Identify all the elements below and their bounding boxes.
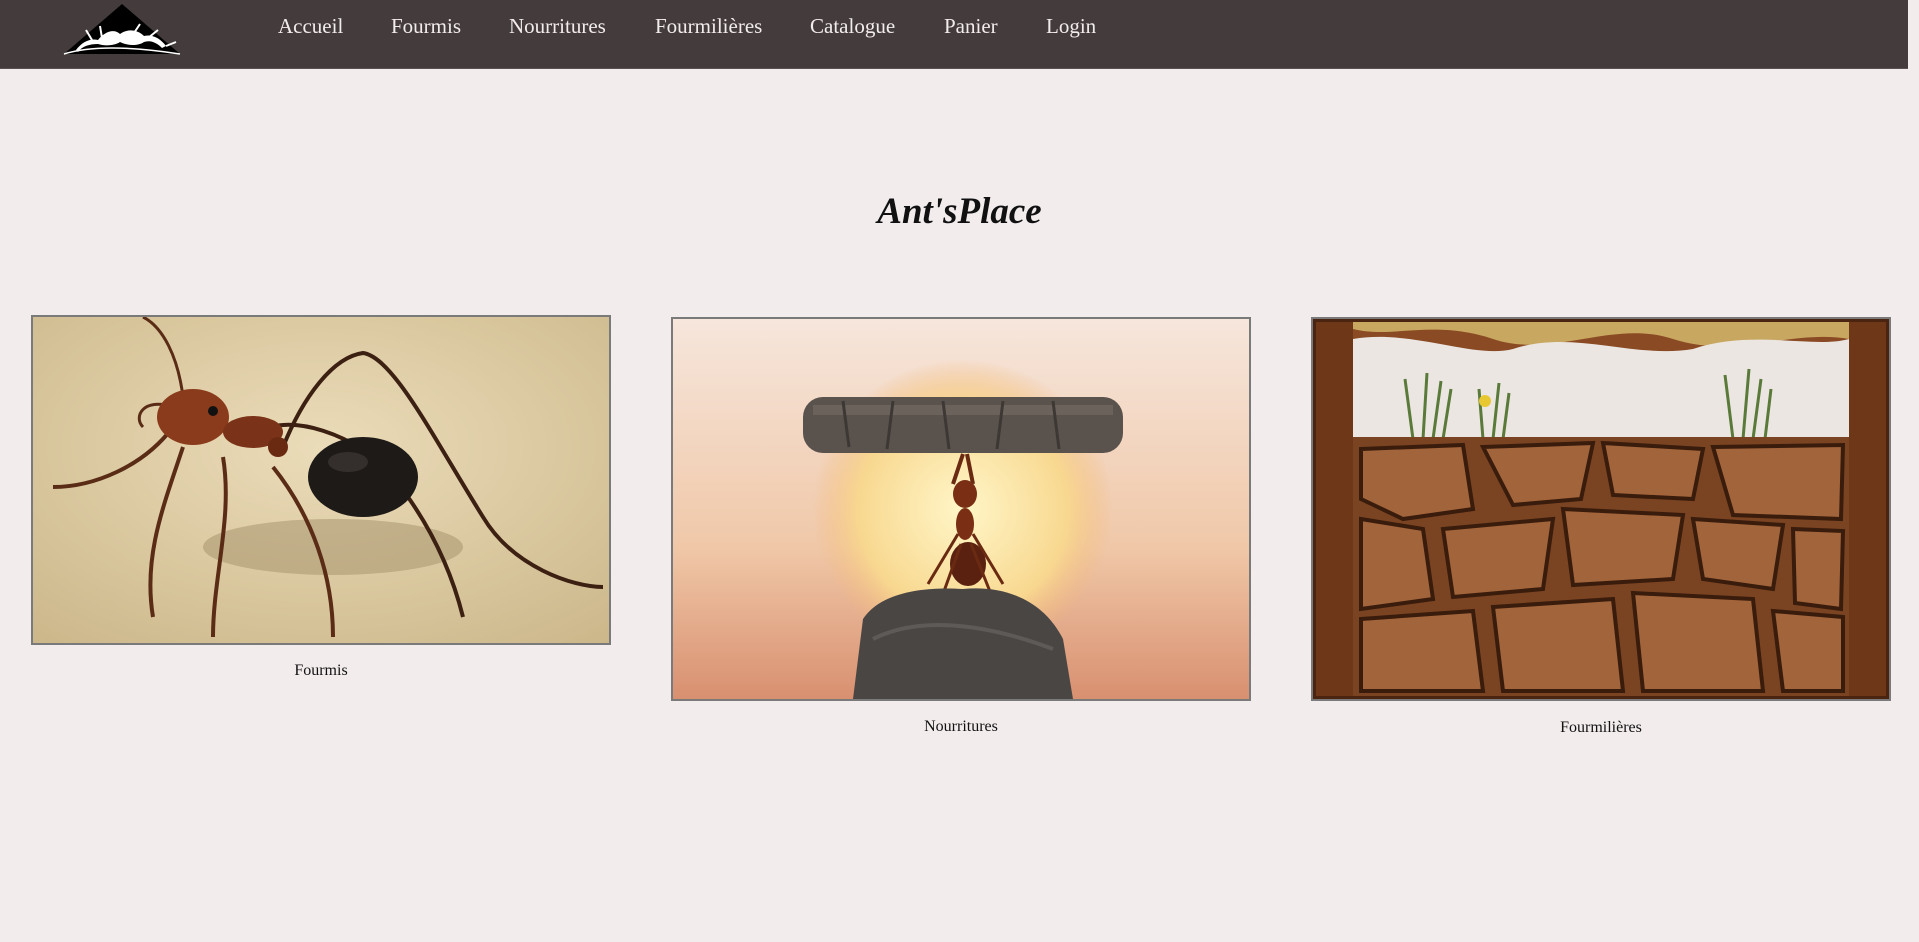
nav-nourritures[interactable]: Nourritures [509,14,606,39]
nourritures-image[interactable] [671,317,1251,701]
nav-panier[interactable]: Panier [944,14,998,39]
nav-fourmilieres[interactable]: Fourmilières [655,14,762,39]
ant-logo-icon[interactable] [62,2,182,58]
fourmilieres-image[interactable] [1311,317,1891,701]
nourritures-caption[interactable]: Nourritures [671,718,1251,736]
fourmis-caption[interactable]: Fourmis [31,662,611,680]
fourmilieres-caption[interactable]: Fourmilières [1311,719,1891,737]
nav-fourmis[interactable]: Fourmis [391,14,461,39]
top-navbar: Accueil Fourmis Nourritures Fourmilières… [0,0,1908,69]
fourmis-image[interactable] [31,315,611,645]
nav-accueil[interactable]: Accueil [278,14,343,39]
page-title: Ant'sPlace [877,191,1042,232]
nav-catalogue[interactable]: Catalogue [810,14,895,39]
nav-login[interactable]: Login [1046,14,1096,39]
